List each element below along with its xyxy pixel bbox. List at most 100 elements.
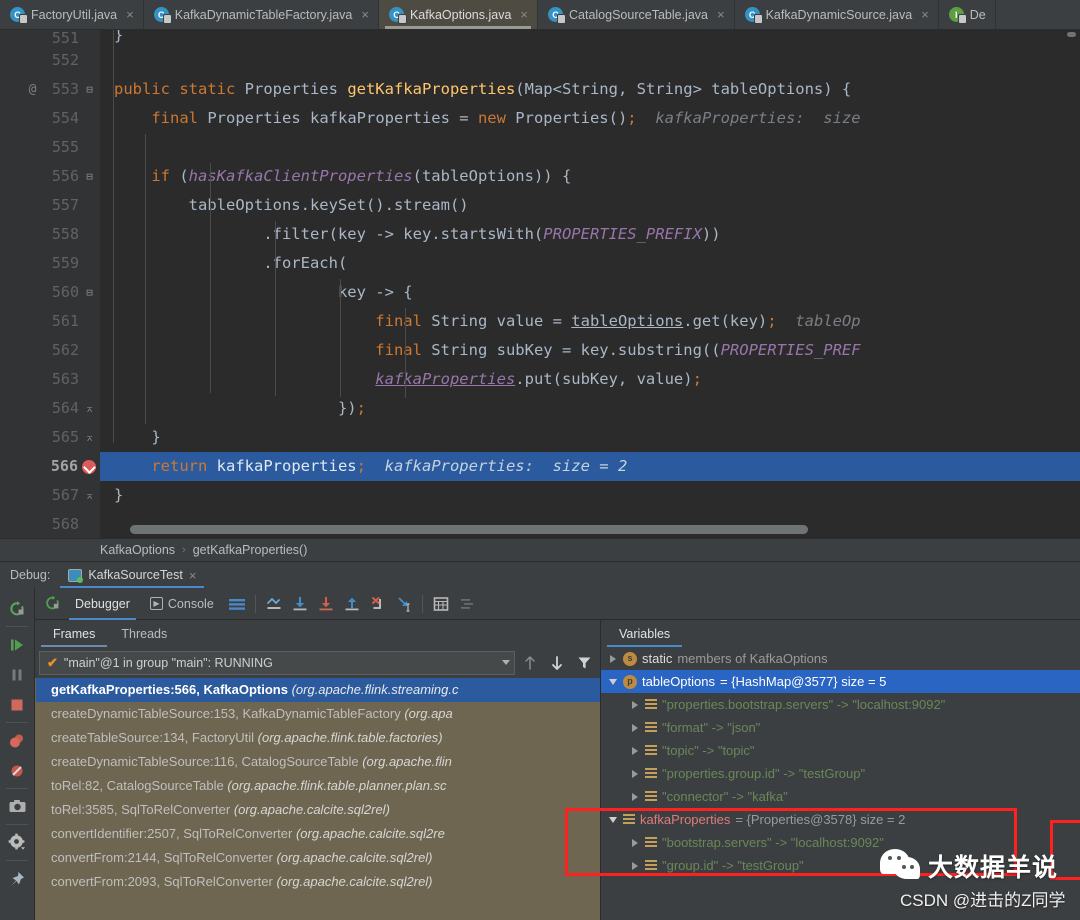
editor-tab-factoryutil[interactable]: C FactoryUtil.java × [0,0,144,29]
step-over-icon[interactable] [287,589,313,619]
expand-arrow-icon[interactable] [629,792,640,801]
fold-marker[interactable]: ⊟ [83,162,96,191]
fold-marker[interactable]: ⌅ [83,394,96,423]
tab-debugger[interactable]: Debugger [65,588,140,620]
resume-program-icon[interactable] [2,630,32,659]
frame-package: (org.apache.flin [362,754,452,769]
close-icon[interactable]: × [717,7,725,22]
frame-row[interactable]: createTableSource:134, FactoryUtil (org.… [36,726,600,750]
step-into-icon[interactable] [313,589,339,619]
frames-list[interactable]: getKafkaProperties:566, KafkaOptions (or… [35,678,600,920]
variable-row-kafkaproperties[interactable]: kafkaProperties = {Properties@3578} size… [601,808,1080,831]
fold-marker[interactable]: ⊟ [83,278,96,307]
line-number: 566 [50,457,78,475]
frame-row[interactable]: convertFrom:2093, SqlToRelConverter (org… [36,870,600,894]
tab-variables[interactable]: Variables [607,621,683,647]
pause-program-icon[interactable] [2,660,32,689]
expand-arrow-icon[interactable] [629,769,640,778]
frame-row[interactable]: createDynamicTableSource:153, KafkaDynam… [36,702,600,726]
close-icon[interactable]: × [520,7,528,22]
close-icon[interactable]: × [126,7,134,22]
code-editor[interactable]: 551 552 @ 553 ⊟ 554 555 556 ⊟ 557 558 55… [0,30,1080,538]
frame-row[interactable]: getKafkaProperties:566, KafkaOptions (or… [36,678,600,702]
variable-row-entry[interactable]: "group.id" -> "testGroup" [601,854,1080,877]
editor-tab-kafkadynamicsource[interactable]: C KafkaDynamicSource.java × [735,0,939,29]
variable-row-entry[interactable]: "topic" -> "topic" [601,739,1080,762]
code-line-556: if (hasKafkaClientProperties(tableOption… [151,167,572,185]
step-out-icon[interactable] [339,589,365,619]
breakpoint-icon[interactable] [82,459,96,474]
expand-arrow-icon[interactable] [629,861,640,870]
thread-dropdown[interactable]: ✔ "main"@1 in group "main": RUNNING [39,650,515,675]
debug-session-tab[interactable]: KafkaSourceTest × [60,562,205,588]
editor-tab-de[interactable]: I De [939,0,996,29]
collapse-arrow-icon[interactable] [607,678,618,685]
frame-row[interactable]: toRel:82, CatalogSourceTable (org.apache… [36,774,600,798]
variable-row-static[interactable]: s static members of KafkaOptions [601,647,1080,670]
chevron-down-icon[interactable] [502,660,510,665]
scrollbar-thumb[interactable] [130,525,809,534]
line-number: 558 [51,225,79,243]
camera-icon[interactable] [2,792,32,821]
gutter-line-567: 567 ⌅ [0,481,100,510]
frames-up-icon[interactable] [518,651,542,675]
tab-threads[interactable]: Threads [109,621,179,647]
expand-arrow-icon[interactable] [629,723,640,732]
editor-gutter[interactable]: 551 552 @ 553 ⊟ 554 555 556 ⊟ 557 558 55… [0,30,100,538]
view-breakpoints-icon[interactable] [2,726,32,755]
expand-arrow-icon[interactable] [629,700,640,709]
frame-row[interactable]: convertIdentifier:2507, SqlToRelConverte… [36,822,600,846]
variables-tree[interactable]: s static members of KafkaOptions p table… [601,647,1080,920]
settings-gear-icon[interactable] [2,828,32,857]
editor-vertical-scrollbar[interactable] [1067,32,1076,37]
variable-row-entry[interactable]: "bootstrap.servers" -> "localhost:9092" [601,831,1080,854]
frames-down-icon[interactable] [545,651,569,675]
breadcrumb-class[interactable]: KafkaOptions [100,543,175,557]
close-icon[interactable]: × [189,568,197,583]
close-icon[interactable]: × [361,7,369,22]
breadcrumb-method[interactable]: getKafkaProperties() [193,543,308,557]
fold-marker[interactable]: ⊟ [83,75,96,104]
rerun-icon[interactable] [2,594,32,623]
gutter-line-559: 559 [0,249,100,278]
editor-tab-catalogsourcetable[interactable]: C CatalogSourceTable.java × [538,0,735,29]
java-class-icon: C [153,7,171,23]
collapse-arrow-icon[interactable] [607,816,618,823]
pin-icon[interactable] [2,864,32,893]
variable-row-entry[interactable]: "properties.bootstrap.servers" -> "local… [601,693,1080,716]
editor-tab-kafkadynamictablefactory[interactable]: C KafkaDynamicTableFactory.java × [144,0,379,29]
expand-arrow-icon[interactable] [607,654,618,663]
variable-row-tableoptions[interactable]: p tableOptions = {HashMap@3577} size = 5 [601,670,1080,693]
evaluate-expression-icon[interactable] [428,589,454,619]
frame-row[interactable]: toRel:3585, SqlToRelConverter (org.apach… [36,798,600,822]
parameter-icon: p [623,674,637,689]
expand-arrow-icon[interactable] [629,746,640,755]
stop-icon[interactable] [2,690,32,719]
editor-horizontal-scrollbar[interactable] [130,525,1072,534]
fold-marker[interactable]: ⌅ [83,423,96,452]
frame-row[interactable]: createDynamicTableSource:116, CatalogSou… [36,750,600,774]
restart-icon[interactable] [39,589,65,619]
gutter-line-554: 554 [0,104,100,133]
variable-row-entry[interactable]: "format" -> "json" [601,716,1080,739]
show-execution-point-icon[interactable] [261,589,287,619]
frame-row[interactable]: convertFrom:2144, SqlToRelConverter (org… [36,846,600,870]
force-step-into-icon[interactable] [365,589,391,619]
tab-console[interactable]: ▶ Console [140,588,224,620]
editor-tab-kafkaoptions[interactable]: C KafkaOptions.java × [378,0,538,29]
divider [254,594,256,613]
layout-settings-icon[interactable] [224,589,250,619]
fold-marker[interactable]: ⌅ [83,481,96,510]
frame-package: (org.apa [404,706,453,721]
close-icon[interactable]: × [921,7,929,22]
variable-row-entry[interactable]: "connector" -> "kafka" [601,785,1080,808]
code-text-area[interactable]: } public static Properties getKafkaPrope… [100,30,1080,538]
tab-frames[interactable]: Frames [41,621,108,647]
mute-renderers-icon[interactable] [454,589,480,619]
frame-method: toRel:82, CatalogSourceTable [51,778,228,793]
mute-breakpoints-icon[interactable] [2,756,32,785]
filter-frames-icon[interactable] [572,651,596,675]
run-to-cursor-icon[interactable] [391,589,417,619]
expand-arrow-icon[interactable] [629,838,640,847]
variable-row-entry[interactable]: "properties.group.id" -> "testGroup" [601,762,1080,785]
